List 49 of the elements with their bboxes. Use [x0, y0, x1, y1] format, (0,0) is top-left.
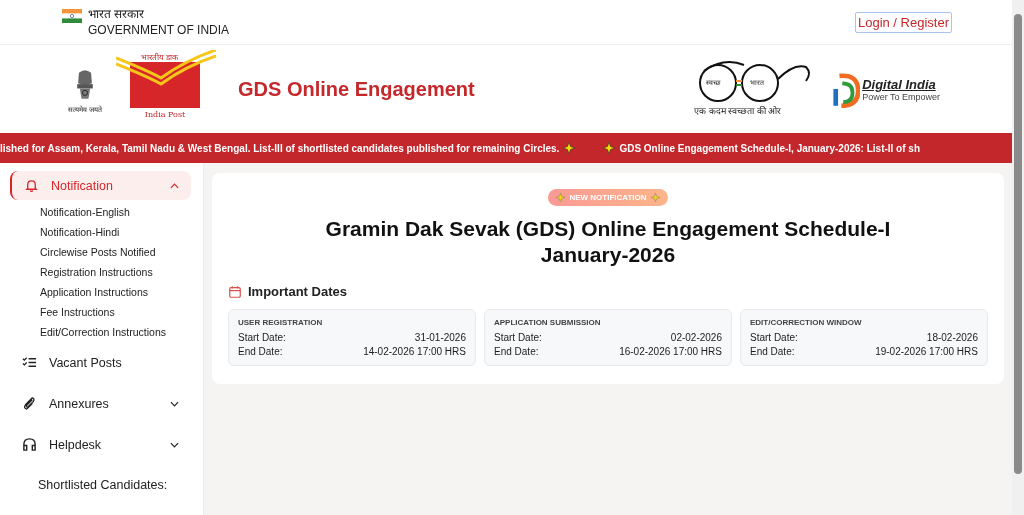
flag-icon — [62, 8, 82, 23]
login-button[interactable]: Login / Register — [854, 11, 952, 33]
submenu-link[interactable]: Application Instructions — [40, 282, 191, 302]
date-value: 16-02-2026 17:00 HRS — [619, 346, 722, 357]
india-post-logo: भारतीय डाक India Post — [114, 51, 226, 127]
bell-icon — [24, 178, 39, 193]
date-label: End Date: — [238, 346, 283, 357]
date-label: End Date: — [750, 346, 795, 357]
submenu-link[interactable]: Notification-Hindi — [40, 222, 191, 242]
hindi-title: भारत सरकार — [88, 6, 146, 22]
date-value: 18-02-2026 — [926, 332, 978, 343]
sparkle-icon — [603, 142, 616, 154]
date-card-title: APPLICATION SUBMISSION — [494, 318, 602, 327]
sidebar-item[interactable]: Helpdesk — [10, 430, 191, 459]
date-label: Start Date: — [750, 332, 798, 343]
date-value: 19-02-2026 17:00 HRS — [875, 346, 978, 357]
submenu-link[interactable]: Notification-English — [40, 202, 191, 222]
sparkle-icon — [563, 142, 576, 154]
new-notification-badge: NEW NOTIFICATION — [548, 189, 668, 206]
sidebar-item[interactable]: Shortlisted Candidates: — [10, 471, 191, 499]
government-title: GOVERNMENT OF INDIA — [88, 21, 230, 38]
site-title: GDS Online Engagement — [238, 77, 475, 101]
section-heading: Important Dates — [248, 284, 347, 299]
sparkle-icon — [650, 193, 660, 202]
sidebar-item[interactable]: Vacant Posts — [10, 348, 191, 377]
date-label: End Date: — [494, 346, 539, 357]
scrollbar[interactable] — [1012, 0, 1024, 515]
date-card-title: USER REGISTRATION — [238, 318, 324, 327]
paperclip-icon — [22, 396, 37, 411]
digital-india-logo: Digital India Power To Empower — [832, 70, 940, 108]
calendar-icon — [228, 284, 242, 299]
submenu-link[interactable]: Circlewise Posts Notified — [40, 242, 191, 262]
sidebar-item[interactable]: Annexures — [10, 389, 191, 418]
ticker-text: GDS Online Engagement Schedule-I, January-2026: List-II of sh — [619, 142, 920, 154]
date-label: Start Date: — [238, 332, 286, 343]
date-value: 31-01-2026 — [414, 332, 466, 343]
submenu-link[interactable]: Fee Instructions — [40, 302, 191, 322]
submenu-link[interactable]: Registration Instructions — [40, 262, 191, 282]
date-label: Start Date: — [494, 332, 542, 343]
ticker-text: lished for Assam, Kerala, Tamil Nadu & West Bengal. List-III of shortlisted candidates published for remaining Circles. — [0, 142, 560, 154]
sidebar-item-active[interactable]: Notification — [10, 171, 191, 200]
date-card-title: EDIT/CORRECTION WINDOW — [750, 318, 863, 327]
date-value: 02-02-2026 — [670, 332, 722, 343]
checklist-icon — [22, 355, 37, 370]
headset-icon — [22, 437, 37, 452]
sparkle-icon — [556, 193, 566, 202]
date-value: 14-02-2026 17:00 HRS — [363, 346, 466, 357]
page-heading: Gramin Dak Sevak (GDS) Online Engagement Schedule-I January-2026 — [324, 216, 892, 268]
submenu-link[interactable]: Edit/Correction Instructions — [40, 322, 191, 342]
